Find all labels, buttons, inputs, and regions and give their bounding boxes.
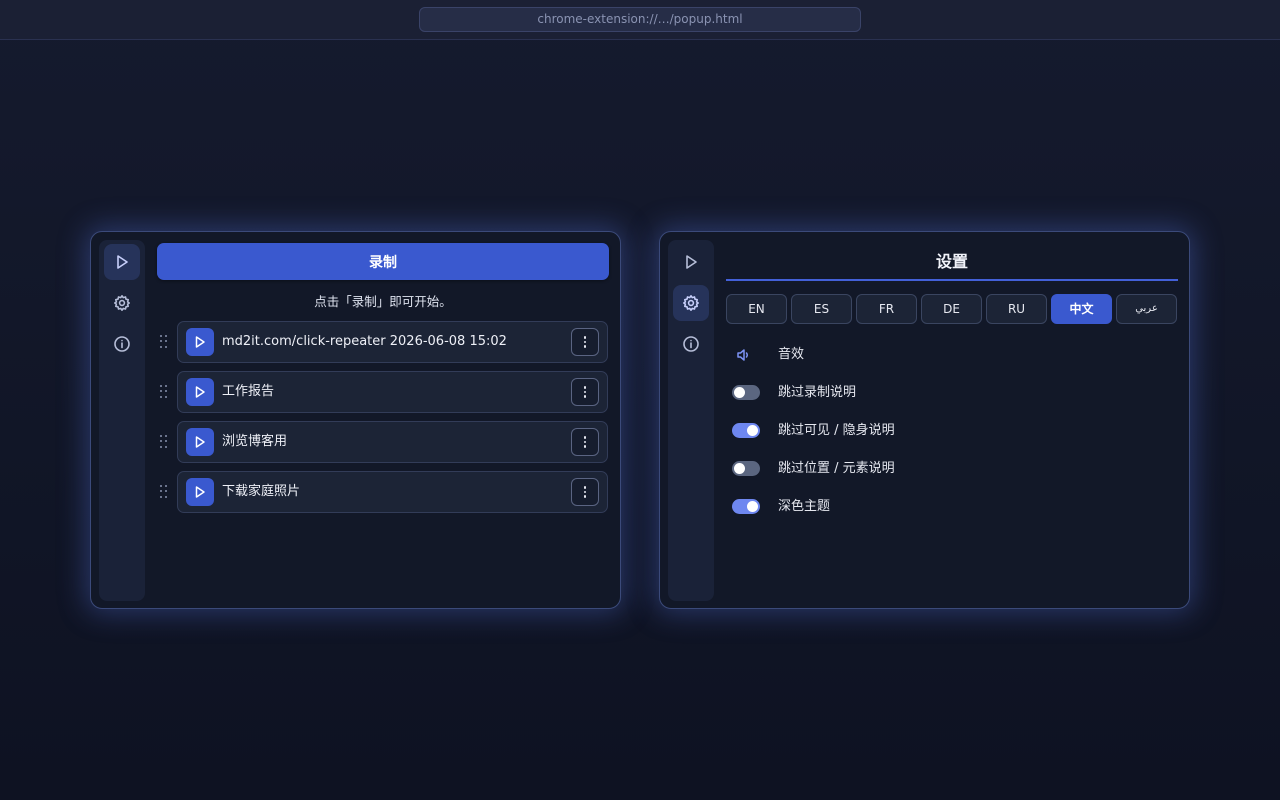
recording-card: 下载家庭照片 bbox=[177, 471, 608, 513]
nav-play-button[interactable] bbox=[104, 244, 140, 280]
recording-label: 浏览博客用 bbox=[222, 434, 288, 449]
more-options-button[interactable] bbox=[571, 378, 599, 406]
title-divider bbox=[726, 279, 1178, 281]
recording-card: 工作报告 bbox=[177, 371, 608, 413]
record-hint: 点击「录制」即可开始。 bbox=[314, 294, 452, 309]
language-button-de[interactable]: DE bbox=[921, 294, 982, 324]
list-item: 工作报告 bbox=[157, 371, 609, 413]
language-button-fr[interactable]: FR bbox=[856, 294, 917, 324]
language-button-en[interactable]: EN bbox=[726, 294, 787, 324]
nav-settings-button[interactable] bbox=[673, 285, 709, 321]
play-recording-button[interactable] bbox=[186, 378, 214, 406]
nav-rail bbox=[99, 240, 145, 601]
url-bar[interactable]: chrome-extension://…/popup.html bbox=[419, 7, 861, 32]
play-icon bbox=[195, 336, 205, 348]
play-icon bbox=[195, 386, 205, 398]
recording-card: 浏览博客用 bbox=[177, 421, 608, 463]
play-recording-button[interactable] bbox=[186, 478, 214, 506]
drag-handle-icon[interactable] bbox=[160, 435, 168, 449]
language-button-ar[interactable]: عربي bbox=[1116, 294, 1177, 324]
toggle-switch[interactable] bbox=[732, 499, 760, 514]
nav-rail bbox=[668, 240, 714, 601]
main-panel: 录制 点击「录制」即可开始。 md2it.com/click-repeater … bbox=[90, 231, 621, 609]
play-recording-button[interactable] bbox=[186, 428, 214, 456]
recording-label: 下载家庭照片 bbox=[222, 484, 301, 499]
language-button-zh[interactable]: 中文 bbox=[1051, 294, 1112, 324]
drag-handle-icon[interactable] bbox=[160, 385, 168, 399]
nav-info-button[interactable] bbox=[673, 326, 709, 362]
nav-play-button[interactable] bbox=[673, 244, 709, 280]
more-options-button[interactable] bbox=[571, 428, 599, 456]
setting-skip-visibility-intro: 跳过可见 / 隐身说明 bbox=[732, 420, 1172, 442]
nav-settings-button[interactable] bbox=[104, 285, 140, 321]
toggle-switch[interactable] bbox=[732, 461, 760, 476]
gear-icon bbox=[683, 295, 699, 311]
list-item: 浏览博客用 bbox=[157, 421, 609, 463]
list-item: 下载家庭照片 bbox=[157, 471, 609, 513]
language-button-es[interactable]: ES bbox=[791, 294, 852, 324]
setting-label: 跳过录制说明 bbox=[778, 385, 857, 400]
info-icon bbox=[114, 336, 130, 352]
more-options-button[interactable] bbox=[571, 478, 599, 506]
recording-label: 工作报告 bbox=[222, 384, 275, 399]
setting-sound[interactable]: 音效 bbox=[732, 344, 1172, 366]
toggle-switch[interactable] bbox=[732, 423, 760, 438]
recording-label: md2it.com/click-repeater 2026-06-08 15:0… bbox=[222, 334, 507, 349]
record-button[interactable]: 录制 bbox=[157, 243, 609, 280]
play-icon bbox=[686, 255, 697, 269]
language-button-ru[interactable]: RU bbox=[986, 294, 1047, 324]
setting-label: 跳过可见 / 隐身说明 bbox=[778, 423, 895, 438]
recording-card: md2it.com/click-repeater 2026-06-08 15:0… bbox=[177, 321, 608, 363]
list-item: md2it.com/click-repeater 2026-06-08 15:0… bbox=[157, 321, 609, 363]
play-icon bbox=[117, 255, 128, 269]
drag-handle-icon[interactable] bbox=[160, 335, 168, 349]
nav-info-button[interactable] bbox=[104, 326, 140, 362]
setting-skip-recording-intro: 跳过录制说明 bbox=[732, 382, 1172, 404]
language-selector: EN ES FR DE RU 中文 عربي bbox=[726, 294, 1178, 325]
play-icon bbox=[195, 486, 205, 498]
setting-dark-theme: 深色主题 bbox=[732, 496, 1172, 518]
play-recording-button[interactable] bbox=[186, 328, 214, 356]
info-icon bbox=[683, 336, 699, 352]
setting-label: 跳过位置 / 元素说明 bbox=[778, 461, 895, 476]
setting-label: 深色主题 bbox=[778, 499, 831, 514]
gear-icon bbox=[114, 295, 130, 311]
more-options-button[interactable] bbox=[571, 328, 599, 356]
settings-panel: 设置 EN ES FR DE RU 中文 عربي 音效 跳过录制说明 跳过可见… bbox=[659, 231, 1190, 609]
setting-label: 音效 bbox=[778, 347, 805, 362]
settings-title: 设置 bbox=[935, 252, 968, 271]
drag-handle-icon[interactable] bbox=[160, 485, 168, 499]
toggle-switch[interactable] bbox=[732, 385, 760, 400]
speaker-icon bbox=[737, 349, 748, 361]
setting-skip-position-intro: 跳过位置 / 元素说明 bbox=[732, 458, 1172, 480]
play-icon bbox=[195, 436, 205, 448]
browser-topbar: chrome-extension://…/popup.html bbox=[0, 0, 1280, 40]
